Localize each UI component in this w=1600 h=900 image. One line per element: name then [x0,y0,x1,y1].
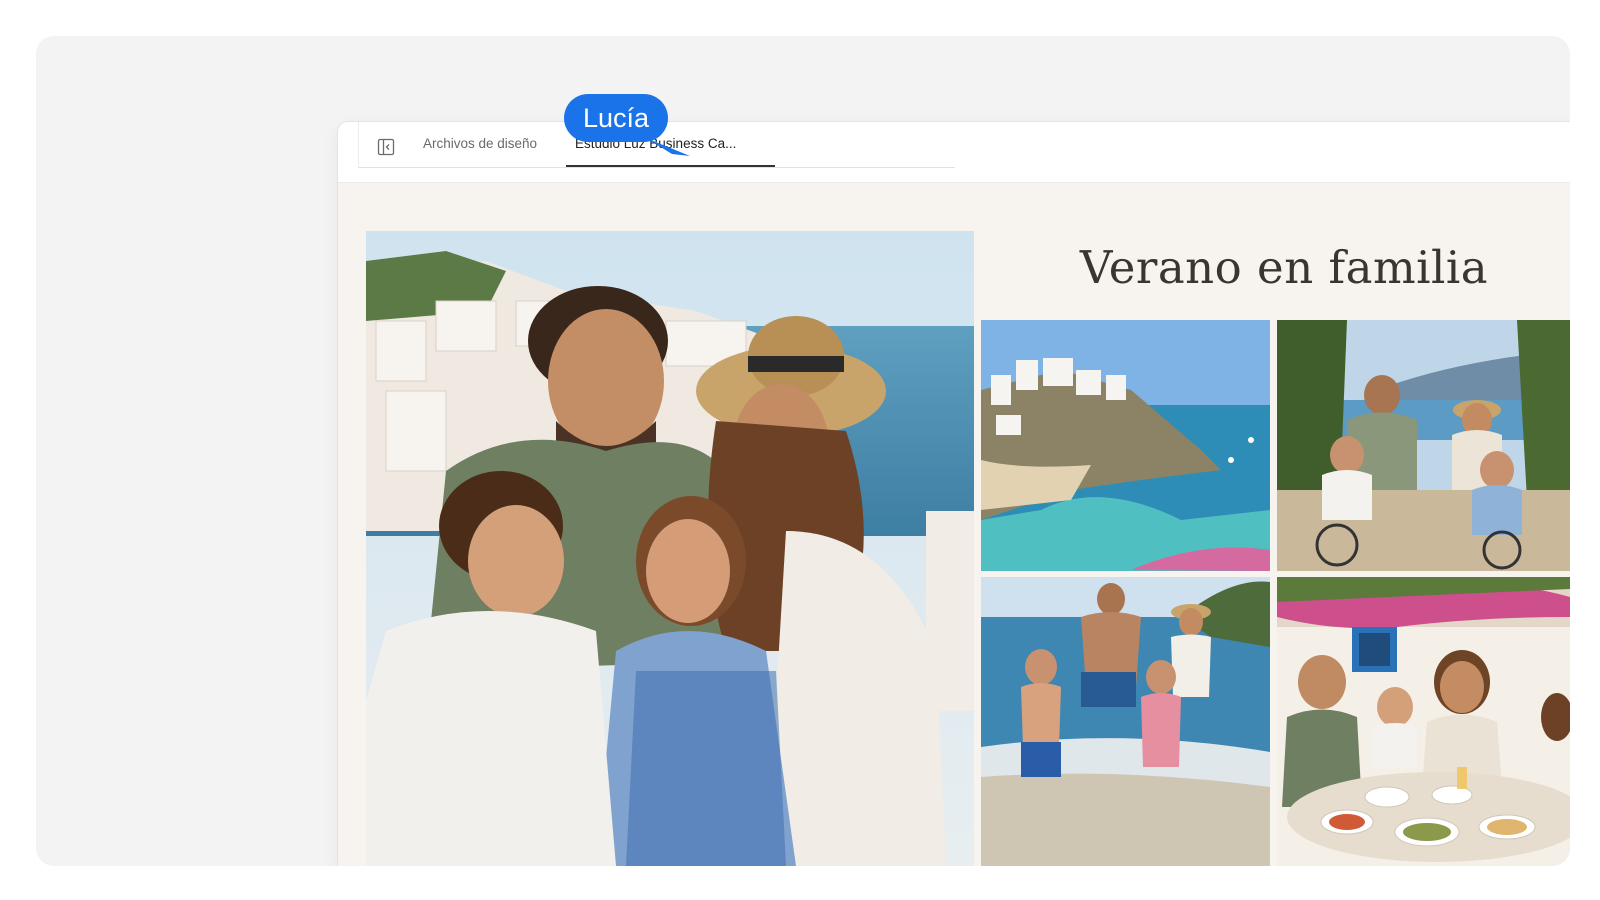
workspace-background: Archivos de diseño Estudio Luz Business … [36,36,1570,866]
active-tab-indicator [566,165,775,167]
photo-family-portrait[interactable] [366,231,974,866]
design-title[interactable]: Verano en familia [998,241,1570,294]
design-canvas[interactable]: Verano en familia [338,183,1570,866]
photo-family-cycling[interactable] [1277,320,1570,571]
app-window: Archivos de diseño Estudio Luz Business … [338,122,1570,866]
photo-beach-running[interactable] [981,577,1270,866]
collaborator-name-badge: Lucía [564,94,669,142]
sidebar-toggle-icon[interactable] [377,138,395,156]
photo-family-meal[interactable] [1277,577,1570,866]
tab-bar: Archivos de diseño Estudio Luz Business … [338,122,1570,183]
photo-coastal-village[interactable] [981,320,1270,571]
cursor-pointer-icon [646,138,690,156]
tab-archivos-de-diseno[interactable]: Archivos de diseño [423,136,537,151]
